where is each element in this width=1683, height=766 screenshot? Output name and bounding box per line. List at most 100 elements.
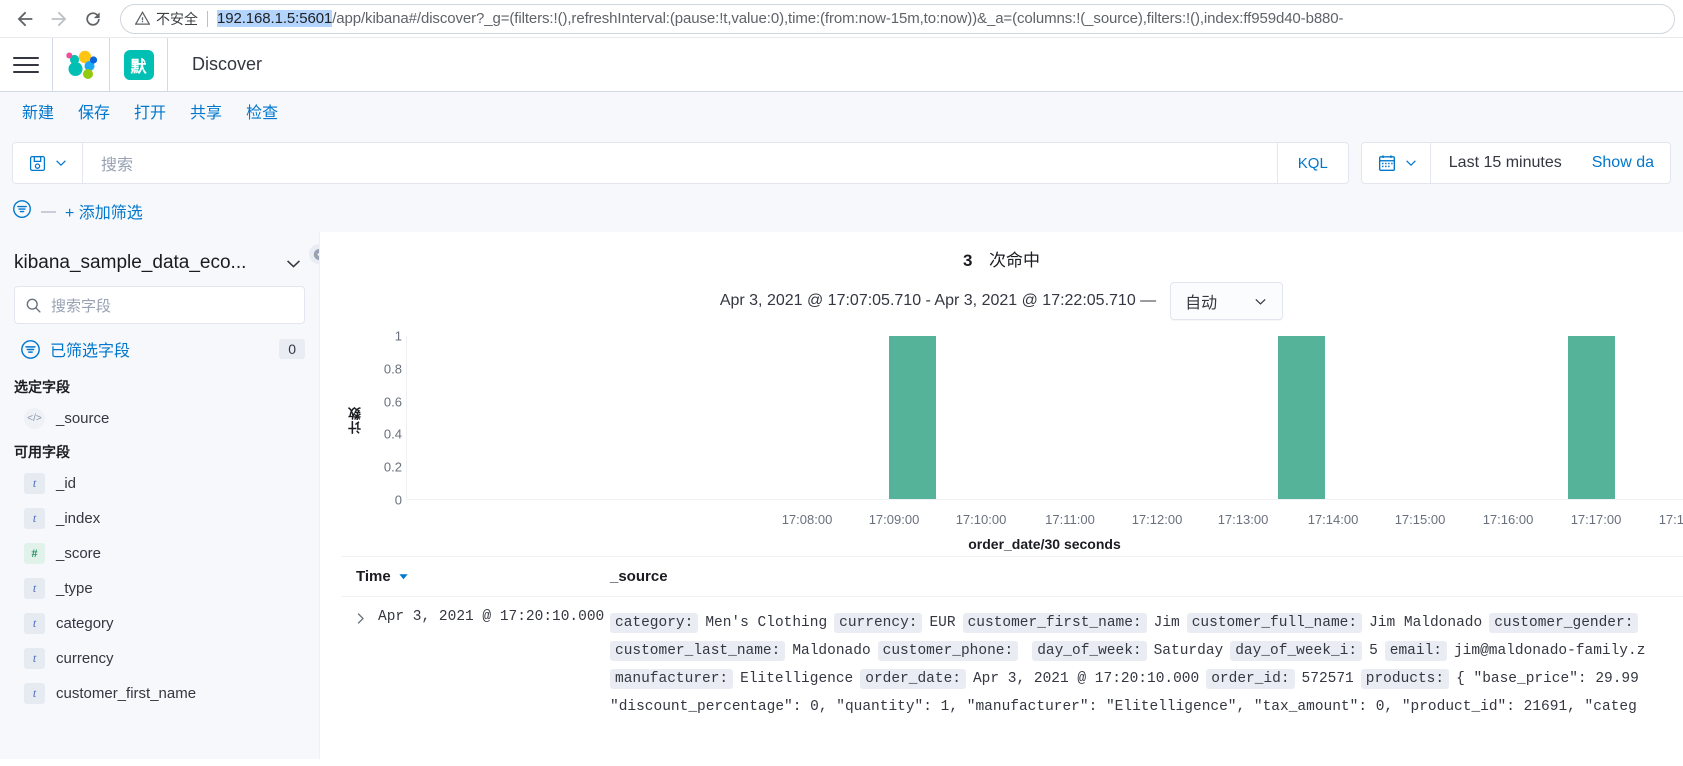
field-item-category[interactable]: t category	[14, 606, 305, 641]
hits-count: 3	[963, 251, 973, 270]
kv-key: order_id:	[1206, 669, 1295, 689]
kv-key: email:	[1384, 641, 1447, 661]
kv-value: EUR	[929, 615, 956, 631]
search-input[interactable]: 搜索	[83, 151, 1277, 175]
kv-value: jim@maldonado-family.z	[1453, 643, 1646, 659]
date-range-value[interactable]: Last 15 minutes	[1431, 154, 1592, 172]
field-search-input[interactable]: 搜索字段	[14, 286, 305, 324]
column-header-time[interactable]: Time	[356, 568, 610, 585]
x-tick: 17:12:00	[1131, 512, 1183, 527]
kv-value: Jim Maldonado	[1369, 615, 1483, 631]
y-tick: 0.8	[383, 361, 402, 377]
kv-key: order_date:	[860, 669, 966, 689]
show-dates-button[interactable]: Show da	[1592, 154, 1670, 172]
x-tick: 17:09:00	[868, 512, 920, 527]
cell-source: category: Men's Clothing currency: EUR custo…	[610, 609, 1683, 721]
space-switcher-button[interactable]: 默	[110, 37, 168, 92]
histogram-bar[interactable]	[1278, 336, 1325, 499]
query-language-button[interactable]: KQL	[1276, 143, 1348, 183]
column-header-time-label: Time	[356, 568, 391, 585]
quick-select-button[interactable]	[1362, 143, 1431, 183]
hamburger-menu-icon	[13, 56, 39, 73]
table-header-row: Time _source	[342, 557, 1683, 597]
field-item-source[interactable]: </> _source	[14, 401, 305, 436]
expand-row-button[interactable]	[342, 609, 378, 721]
interval-selector[interactable]: 自动	[1170, 282, 1284, 320]
source-field-type-icon: </>	[24, 408, 45, 429]
filter-options-button[interactable]	[12, 199, 32, 224]
kibana-header: 默 Discover	[0, 37, 1683, 92]
x-tick: 17:16:00	[1482, 512, 1534, 527]
browser-toolbar: 不安全 192.168.1.5:5601/app/kibana#/discove…	[0, 0, 1683, 38]
date-picker-container: Last 15 minutes Show da	[1360, 142, 1671, 184]
field-name: _source	[56, 410, 110, 427]
add-filter-button[interactable]: + 添加筛选	[65, 199, 143, 223]
kv-value: 572571	[1301, 671, 1354, 687]
back-button[interactable]	[8, 2, 42, 36]
kv-key: category:	[610, 613, 699, 633]
hits-label: 次命中	[988, 251, 1040, 270]
filter-bar: — + 添加筛选	[0, 190, 1683, 232]
field-item-currency[interactable]: t currency	[14, 641, 305, 676]
kv-value: Saturday	[1153, 643, 1224, 659]
x-tick: 17:18:00	[1658, 512, 1683, 527]
source-line: "discount_percentage": 0, "quantity": 1,…	[610, 693, 1683, 721]
histogram-bar[interactable]	[889, 336, 936, 499]
histogram-bar[interactable]	[1568, 336, 1615, 499]
menu-item-new[interactable]: 新建	[10, 92, 66, 136]
menu-item-inspect[interactable]: 检查	[234, 92, 290, 136]
source-line: customer_last_name: Maldonado customer_pho…	[610, 637, 1683, 665]
chart-plot-area[interactable]	[406, 336, 1683, 500]
y-tick: 0	[394, 492, 402, 508]
filtered-fields-toggle[interactable]: 已筛选字段 0	[14, 324, 305, 371]
reload-button[interactable]	[76, 2, 110, 36]
forward-button[interactable]	[42, 2, 76, 36]
x-tick: 17:08:00	[781, 512, 833, 527]
query-bar: 搜索 KQL Last 15 minutes Show da	[0, 136, 1683, 190]
space-badge: 默	[123, 49, 154, 80]
discover-results: 3 次命中 Apr 3, 2021 @ 17:07:05.710 - Apr 3…	[320, 232, 1683, 759]
field-item-_score[interactable]: # _score	[14, 536, 305, 571]
page-title: Discover	[192, 54, 263, 74]
time-range-text: Apr 3, 2021 @ 17:07:05.710 - Apr 3, 2021…	[719, 292, 1157, 309]
saved-query-button[interactable]	[13, 143, 83, 183]
filter-icon	[13, 199, 31, 218]
menu-item-save[interactable]: 保存	[66, 92, 122, 136]
url-host: 192.168.1.5:5601	[217, 10, 333, 27]
menu-item-share[interactable]: 共享	[178, 92, 234, 136]
field-item-_type[interactable]: t _type	[14, 571, 305, 606]
field-name: _type	[56, 580, 93, 597]
table-row[interactable]: Apr 3, 2021 @ 17:20:10.000 category: Men'…	[342, 597, 1683, 721]
kibana-home-link[interactable]	[53, 37, 110, 92]
number-field-type-icon: #	[24, 543, 45, 564]
collapse-left-icon	[313, 248, 319, 260]
nav-menu-button[interactable]	[0, 37, 53, 92]
x-axis-title: order_date/30 seconds	[968, 536, 1121, 552]
save-disk-icon	[29, 155, 46, 171]
field-item-_index[interactable]: t _index	[14, 501, 305, 536]
field-item-_id[interactable]: t _id	[14, 466, 305, 501]
index-pattern-selector[interactable]: kibana_sample_data_eco...	[14, 248, 305, 286]
reload-icon	[86, 11, 100, 26]
kv-value: "discount_percentage": 0, "quantity": 1,…	[610, 699, 1637, 715]
url-text[interactable]: 192.168.1.5:5601/app/kibana#/discover?_g…	[217, 10, 1660, 27]
discover-top-menu: 新建 保存 打开 共享 检查	[0, 92, 1683, 136]
kv-value: Apr 3, 2021 @ 17:20:10.000	[972, 671, 1200, 687]
kv-value: Men's Clothing	[705, 615, 828, 631]
available-fields-title: 可用字段	[14, 444, 70, 460]
kv-key: day_of_week_i:	[1230, 641, 1363, 661]
address-bar[interactable]: 不安全 192.168.1.5:5601/app/kibana#/discove…	[120, 3, 1675, 34]
collapse-sidebar-button[interactable]	[309, 244, 319, 264]
kv-key: customer_last_name:	[610, 641, 786, 661]
string-field-type-icon: t	[24, 683, 45, 704]
kv-value: Maldonado	[792, 643, 871, 659]
kv-key: day_of_week:	[1032, 641, 1147, 661]
chevron-down-icon	[1405, 160, 1416, 167]
field-item-customer_first_name[interactable]: t customer_first_name	[14, 676, 305, 711]
interval-value: 自动	[1185, 295, 1218, 312]
x-tick: 17:14:00	[1307, 512, 1359, 527]
menu-item-open[interactable]: 打开	[122, 92, 178, 136]
field-search-placeholder: 搜索字段	[51, 297, 112, 315]
histogram-chart[interactable]: 计数 1 0.8 0.6 0.4 0.2 0 17:08:00 17:09:00…	[320, 328, 1683, 556]
selected-fields-title: 选定字段	[14, 379, 70, 395]
